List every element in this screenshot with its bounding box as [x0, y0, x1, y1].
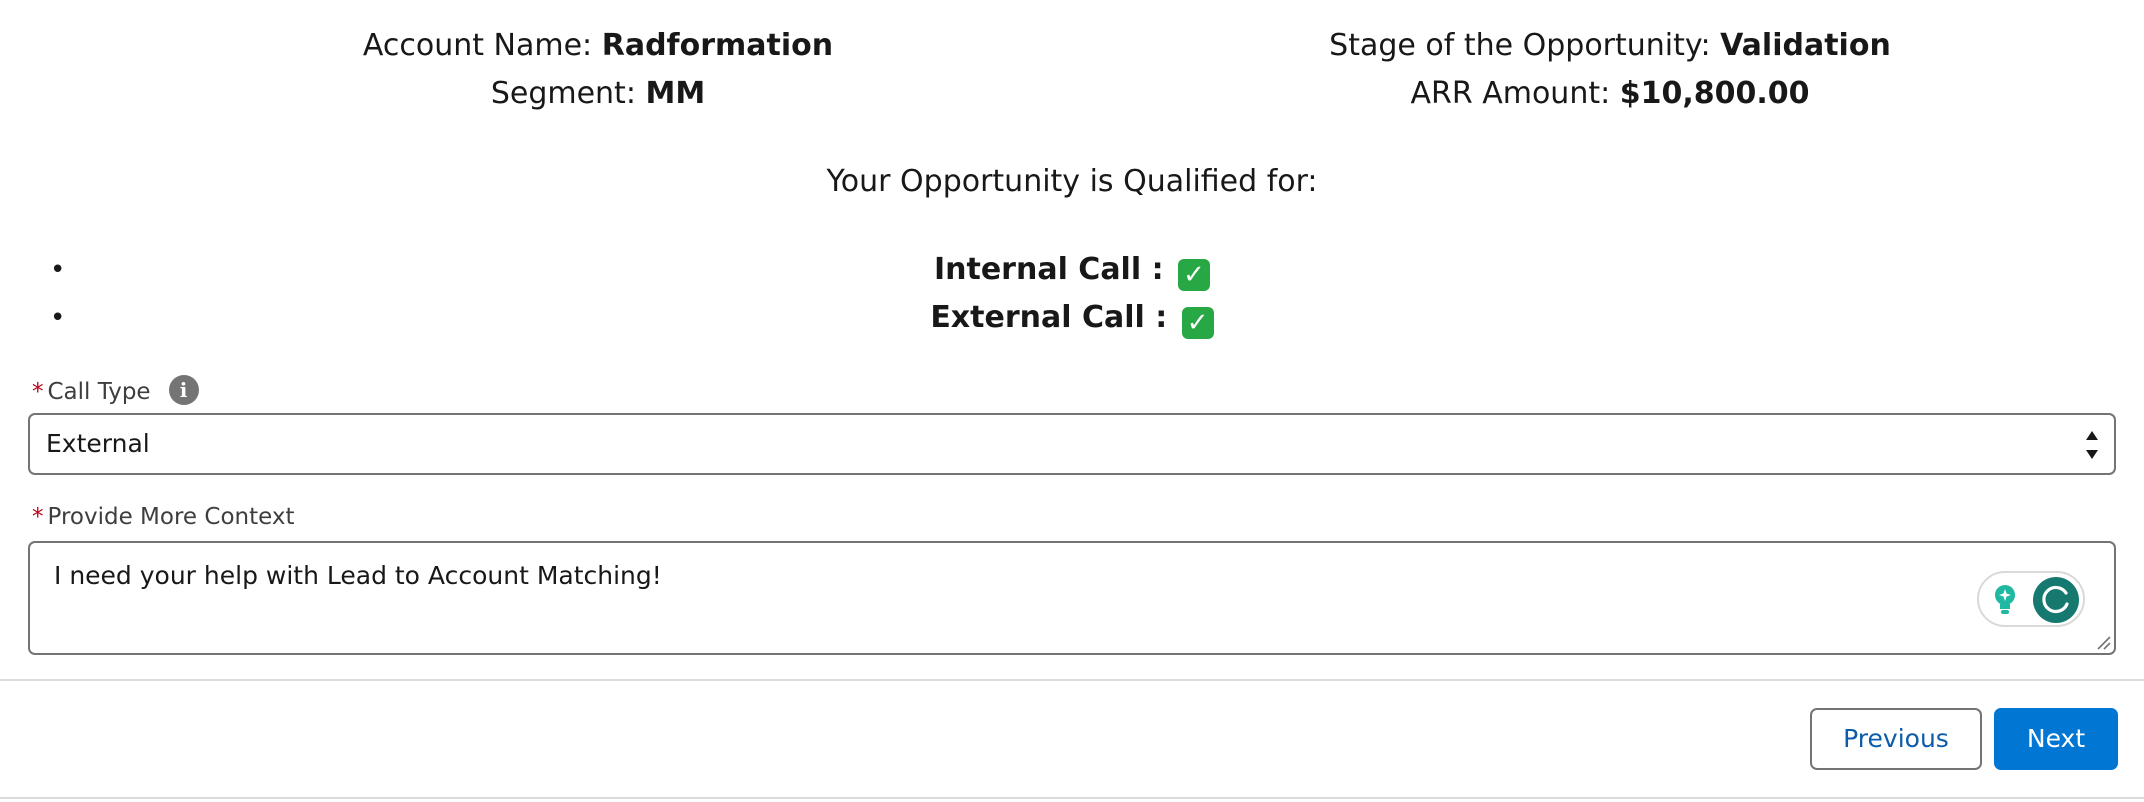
resize-handle-icon[interactable]	[2094, 633, 2112, 651]
account-name-label: Account Name:	[362, 28, 602, 63]
next-button[interactable]: Next	[1994, 708, 2118, 770]
arr-amount-value: $10,800.00	[1619, 76, 1810, 111]
grammar-assistant-icon[interactable]	[2033, 577, 2079, 623]
check-mark-icon: ✓	[1181, 307, 1214, 339]
previous-button[interactable]: Previous	[1810, 708, 1982, 770]
arr-amount-row: ARR Amount: $10,800.00	[1220, 70, 2000, 118]
footer-divider-top	[0, 679, 2144, 681]
arr-amount-label: ARR Amount:	[1410, 76, 1620, 111]
account-name-row: Account Name: Radformation	[0, 22, 1196, 70]
segment-value: MM	[645, 76, 706, 111]
info-icon[interactable]: i	[168, 375, 199, 405]
call-type-label: * Call Type i	[32, 375, 199, 407]
context-label: * Provide More Context	[32, 502, 294, 532]
check-mark-icon: ✓	[1178, 259, 1211, 291]
qualification-list: • Internal Call : ✓ • External Call : ✓	[0, 246, 2144, 342]
segment-label: Segment:	[490, 76, 646, 111]
call-type-selected-value: External	[46, 429, 150, 458]
up-down-arrows-icon	[2086, 431, 2098, 459]
context-textarea-value: I need your help with Lead to Account Ma…	[54, 561, 662, 590]
required-marker: *	[32, 504, 44, 530]
footer-divider-bottom	[0, 797, 2144, 799]
qualification-item-external-call: • External Call : ✓	[0, 294, 2144, 342]
bullet-icon: •	[50, 303, 66, 333]
qualification-item-internal-call: • Internal Call : ✓	[0, 246, 2144, 294]
call-type-select[interactable]: External	[28, 413, 2116, 475]
context-label-text: Provide More Context	[47, 504, 295, 530]
summary-left-column: Account Name: Radformation Segment: MM	[0, 22, 1196, 118]
stage-row: Stage of the Opportunity: Validation	[1220, 22, 2000, 70]
qualified-title: Your Opportunity is Qualified for:	[826, 164, 1318, 199]
segment-row: Segment: MM	[0, 70, 1196, 118]
required-marker: *	[32, 379, 44, 405]
call-type-label-text: Call Type	[47, 379, 151, 405]
summary-right-column: Stage of the Opportunity: Validation ARR…	[1220, 22, 2000, 118]
select-arrows-icon	[2082, 425, 2102, 465]
context-textarea[interactable]: I need your help with Lead to Account Ma…	[28, 541, 2116, 655]
bullet-icon: •	[50, 255, 66, 285]
writing-assistant-widget[interactable]	[1977, 571, 2085, 627]
qualification-item-label: External Call :	[930, 300, 1178, 335]
account-name-value: Radformation	[601, 28, 834, 63]
lightbulb-icon[interactable]	[1991, 583, 2019, 617]
opportunity-summary: Account Name: Radformation Segment: MM S…	[0, 22, 2144, 122]
stage-label: Stage of the Opportunity:	[1329, 28, 1721, 63]
qualification-item-label: Internal Call :	[933, 252, 1175, 287]
stage-value: Validation	[1720, 28, 1891, 63]
grammar-swirl-icon	[2042, 585, 2069, 614]
